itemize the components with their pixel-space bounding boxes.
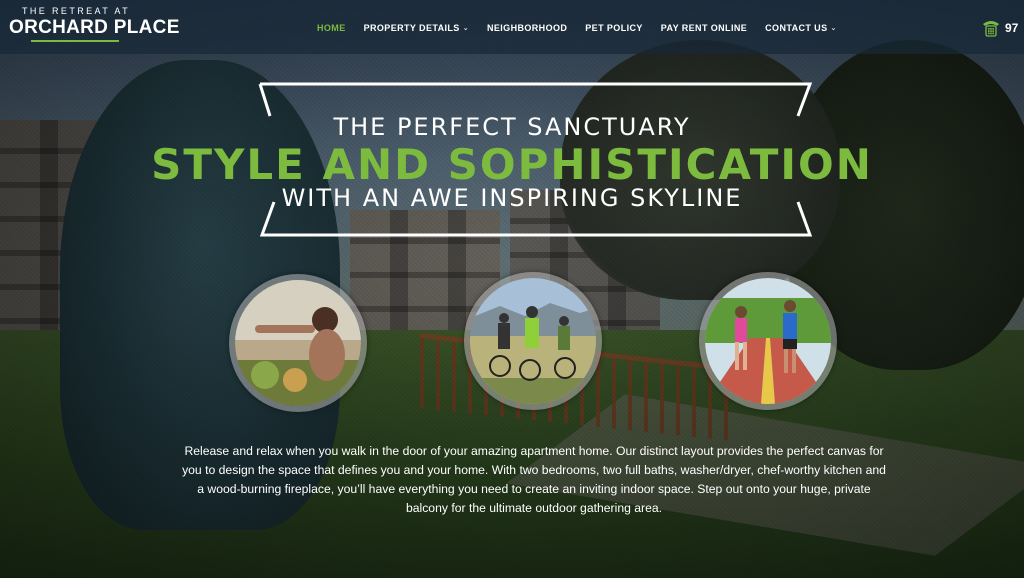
nav-pay-rent-online[interactable]: PAY RENT ONLINE	[661, 23, 747, 33]
photo-circle-cycling	[464, 272, 602, 410]
nav-property-details[interactable]: PROPERTY DETAILS ⌄	[364, 23, 469, 33]
nav-pet-policy-label: PET POLICY	[585, 23, 643, 33]
headline-line-3: WITH AN AWE INSPIRING SKYLINE	[281, 184, 743, 212]
headline-line-2: STYLE AND SOPHISTICATION	[151, 140, 873, 189]
site-logo[interactable]: THE RETREAT AT ORCHARD PLACE	[9, 6, 180, 42]
nav-pet-policy[interactable]: PET POLICY	[585, 23, 643, 33]
photo-circle-running	[699, 272, 837, 410]
phone-icon	[983, 21, 999, 37]
intro-paragraph: Release and relax when you walk in the d…	[182, 444, 886, 515]
running-photo	[705, 278, 831, 404]
nav-neighborhood[interactable]: NEIGHBORHOOD	[487, 23, 567, 33]
logo-tagline: THE RETREAT AT	[21, 6, 131, 16]
nav-home[interactable]: HOME	[317, 23, 346, 33]
headline-line-1: THE PERFECT SANCTUARY	[333, 113, 691, 141]
chevron-down-icon: ⌄	[830, 25, 837, 32]
nav-neighborhood-label: NEIGHBORHOOD	[486, 23, 568, 33]
nav-contact-us[interactable]: CONTACT US ⌄	[765, 23, 837, 33]
phone-contact[interactable]: 97	[981, 18, 1018, 38]
logo-underline	[31, 40, 119, 42]
nav-home-label: HOME	[317, 23, 346, 33]
chevron-down-icon: ⌄	[462, 25, 469, 32]
cycling-photo	[470, 278, 596, 404]
logo-name: ORCHARD PLACE	[9, 17, 180, 38]
main-nav: HOME PROPERTY DETAILS ⌄ NEIGHBORHOOD PET…	[317, 23, 855, 33]
nav-contact-us-label: CONTACT US	[765, 23, 828, 33]
photo-circle-dining	[229, 274, 367, 412]
dining-photo	[235, 280, 361, 406]
nav-property-details-label: PROPERTY DETAILS	[363, 23, 460, 33]
phone-number: 97	[1005, 21, 1019, 35]
top-navbar: THE RETREAT AT ORCHARD PLACE HOME PROPER…	[0, 0, 1024, 54]
nav-pay-rent-online-label: PAY RENT ONLINE	[660, 23, 748, 33]
